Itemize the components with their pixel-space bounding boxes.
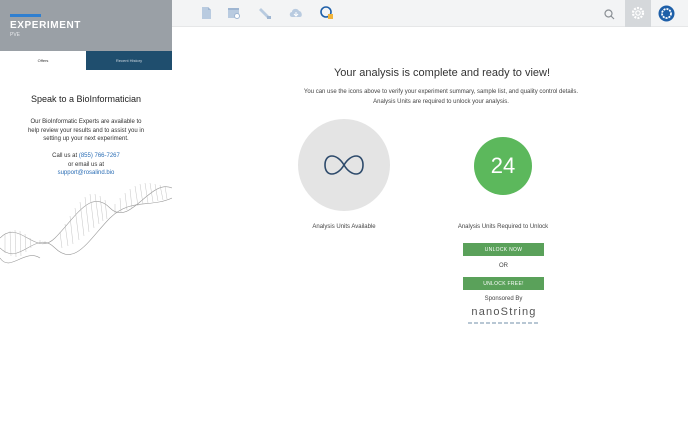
cloud-download-icon[interactable] bbox=[288, 6, 304, 20]
sidebar-tabs: Offers Recent History bbox=[0, 51, 172, 70]
experiment-title: EXPERIMENT bbox=[10, 20, 82, 31]
email-prefix: or email us at bbox=[67, 161, 104, 168]
sponsored-by-label: Sponsored By bbox=[484, 296, 523, 302]
units-required-label: Analysis Units Required to Unlock bbox=[457, 224, 549, 230]
contact-info: Call us at (855) 766-7267 or email us at… bbox=[0, 152, 172, 178]
sidebar: EXPERIMENT PVE Offers Recent History Spe… bbox=[0, 0, 172, 430]
settings-button[interactable] bbox=[625, 0, 651, 27]
badge-icon[interactable] bbox=[658, 5, 675, 22]
experiment-header: EXPERIMENT PVE bbox=[0, 0, 172, 51]
page-description: You can use the icons above to verify yo… bbox=[303, 89, 579, 105]
header-accent-bar bbox=[10, 14, 41, 17]
page-title: Your analysis is complete and ready to v… bbox=[333, 67, 551, 79]
email-link[interactable]: support@rosalind.bio bbox=[0, 169, 172, 178]
experiment-subtitle: PVE bbox=[10, 32, 21, 38]
sponsor-logo-bar bbox=[468, 322, 540, 324]
speak-heading: Speak to a BioInformatician bbox=[30, 94, 142, 104]
unlock-free-button[interactable]: UNLOCK FREE! bbox=[463, 277, 544, 290]
units-available-label: Analysis Units Available bbox=[312, 224, 376, 230]
tab-offers[interactable]: Offers bbox=[0, 51, 86, 70]
analysis-lock-icon[interactable] bbox=[320, 6, 334, 20]
infinity-icon bbox=[324, 155, 364, 175]
dna-illustration bbox=[0, 182, 172, 264]
unlock-now-button[interactable]: UNLOCK NOW bbox=[463, 243, 544, 256]
units-available-circle: ∞ bbox=[298, 119, 390, 211]
flask-icon[interactable] bbox=[258, 6, 272, 20]
call-prefix: Call us at bbox=[52, 153, 78, 159]
tab-recent-history[interactable]: Recent History bbox=[86, 51, 172, 70]
speak-description: Our BioInformatic Experts are available … bbox=[27, 119, 145, 142]
gear-icon bbox=[631, 6, 645, 20]
or-label: OR bbox=[499, 263, 508, 269]
search-icon[interactable] bbox=[604, 9, 615, 20]
phone-link[interactable]: (855) 766-7267 bbox=[79, 153, 120, 159]
document-icon[interactable] bbox=[199, 6, 213, 20]
units-required-value: 24 bbox=[474, 137, 532, 195]
calendar-search-icon[interactable] bbox=[227, 6, 241, 20]
